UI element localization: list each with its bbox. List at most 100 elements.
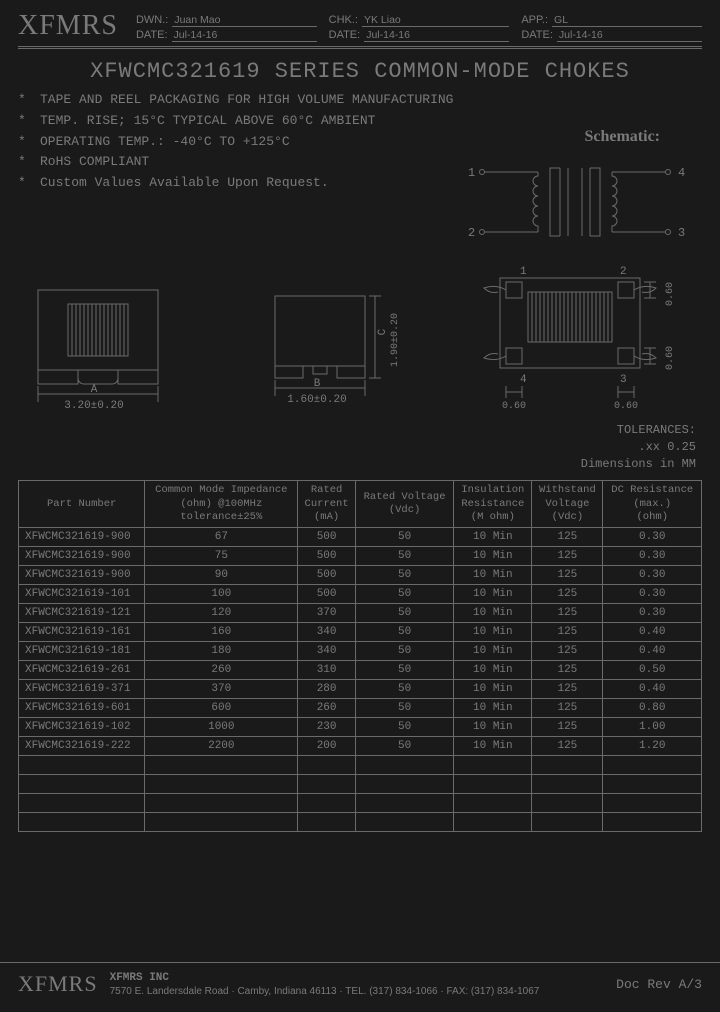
svg-text:0.60: 0.60 (502, 401, 526, 412)
footer-address: 7570 E. Landersdale Road · Camby, Indian… (110, 985, 617, 998)
drawings: A 3.20±0.20 B 1.60±0.20 (18, 262, 702, 416)
table-row: XFWCMC321619-1811803405010 Min1250.40 (19, 641, 702, 660)
table-cell (454, 793, 532, 812)
table-cell: 370 (145, 679, 298, 698)
hf-value: YK Liao (362, 14, 509, 27)
footer-body: XFMRS INC 7570 E. Landersdale Road · Cam… (110, 971, 617, 998)
hf-label: DATE: (329, 29, 361, 41)
table-cell: 75 (145, 546, 298, 565)
table-cell: XFWCMC321619-181 (19, 641, 145, 660)
table-cell (454, 755, 532, 774)
table-cell: 0.40 (603, 641, 702, 660)
table-cell: XFWCMC321619-900 (19, 546, 145, 565)
spec-th: Common Mode Impedance(ohm) @100MHztolera… (145, 481, 298, 527)
table-cell: 230 (298, 717, 356, 736)
table-row: XFWCMC321619-10210002305010 Min1251.00 (19, 717, 702, 736)
table-cell: XFWCMC321619-900 (19, 565, 145, 584)
table-cell (145, 774, 298, 793)
table-row: XFWCMC321619-2612603105010 Min1250.50 (19, 660, 702, 679)
table-cell: 125 (532, 603, 603, 622)
table-cell: 50 (355, 679, 453, 698)
table-cell: 160 (145, 622, 298, 641)
hf-value: Jul-14-16 (557, 29, 702, 42)
table-cell: 125 (532, 736, 603, 755)
table-row: XFWCMC321619-900755005010 Min1250.30 (19, 546, 702, 565)
table-cell (355, 812, 453, 831)
schematic-diagram: 1 2 4 3 (460, 160, 690, 250)
table-cell (532, 774, 603, 793)
table-cell: 500 (298, 565, 356, 584)
table-cell (19, 774, 145, 793)
svg-text:2: 2 (620, 266, 627, 278)
table-cell: 0.50 (603, 660, 702, 679)
spec-th: RatedCurrent(mA) (298, 481, 356, 527)
table-cell: XFWCMC321619-101 (19, 584, 145, 603)
hf-date1: DATE:Jul-14-16 (136, 29, 317, 42)
table-cell: 0.40 (603, 679, 702, 698)
hf-app: APP.:GL (521, 14, 702, 27)
table-cell: 125 (532, 660, 603, 679)
tol-line2: Dimensions in MM (18, 456, 696, 473)
table-cell: 600 (145, 698, 298, 717)
table-cell (19, 755, 145, 774)
table-cell: 67 (145, 527, 298, 546)
table-cell: 90 (145, 565, 298, 584)
table-cell: 50 (355, 717, 453, 736)
drawing-front-view: B 1.60±0.20 C 1.90±0.20 (245, 282, 405, 416)
svg-text:0.60: 0.60 (614, 401, 638, 412)
spec-thead: Part NumberCommon Mode Impedance(ohm) @1… (19, 481, 702, 527)
hf-label: APP.: (521, 14, 548, 26)
table-cell: 50 (355, 546, 453, 565)
table-cell (145, 755, 298, 774)
bullet: *TAPE AND REEL PACKAGING FOR HIGH VOLUME… (18, 90, 702, 111)
tol-title: TOLERANCES: (18, 422, 696, 439)
hf-label: DATE: (521, 29, 553, 41)
table-cell (454, 774, 532, 793)
svg-text:4: 4 (520, 374, 527, 386)
table-row-empty (19, 812, 702, 831)
svg-text:A: A (91, 384, 98, 396)
bullet-star: * (18, 173, 40, 194)
table-cell: XFWCMC321619-222 (19, 736, 145, 755)
table-cell (145, 812, 298, 831)
table-cell (532, 755, 603, 774)
bullet-text: TAPE AND REEL PACKAGING FOR HIGH VOLUME … (40, 90, 453, 111)
table-cell: 0.40 (603, 622, 702, 641)
spec-th: InsulationResistance(M ohm) (454, 481, 532, 527)
header: XFMRS DWN.:Juan Mao CHK.:YK Liao APP.:GL… (18, 10, 702, 49)
table-cell: XFWCMC321619-161 (19, 622, 145, 641)
table-row-empty (19, 755, 702, 774)
svg-text:B: B (314, 378, 321, 390)
svg-text:3: 3 (620, 374, 627, 386)
table-cell: 10 Min (454, 527, 532, 546)
table-cell: XFWCMC321619-121 (19, 603, 145, 622)
drawing-pad-layout: 1 2 3 4 (472, 262, 702, 416)
table-cell (19, 812, 145, 831)
table-row: XFWCMC321619-1611603405010 Min1250.40 (19, 622, 702, 641)
table-cell (603, 812, 702, 831)
tolerances: TOLERANCES: .xx 0.25 Dimensions in MM (18, 422, 702, 472)
header-fields: DWN.:Juan Mao CHK.:YK Liao APP.:GL DATE:… (136, 14, 702, 42)
table-cell: 50 (355, 565, 453, 584)
table-row-empty (19, 793, 702, 812)
table-cell: 10 Min (454, 565, 532, 584)
bullet-star: * (18, 132, 40, 153)
table-row: XFWCMC321619-6016002605010 Min1250.80 (19, 698, 702, 717)
footer-logo: XFMRS (18, 971, 98, 997)
table-cell: 50 (355, 736, 453, 755)
table-cell (298, 793, 356, 812)
table-row-empty (19, 774, 702, 793)
drawing-top-view: A 3.20±0.20 (18, 282, 178, 416)
table-cell: 10 Min (454, 679, 532, 698)
table-cell: 500 (298, 527, 356, 546)
table-cell: XFWCMC321619-900 (19, 527, 145, 546)
svg-text:1: 1 (468, 166, 475, 180)
table-cell: 50 (355, 603, 453, 622)
table-cell: 340 (298, 622, 356, 641)
hf-dwn: DWN.:Juan Mao (136, 14, 317, 27)
table-cell (532, 812, 603, 831)
table-cell: 0.30 (603, 527, 702, 546)
table-cell: 125 (532, 527, 603, 546)
svg-text:1.90±0.20: 1.90±0.20 (390, 313, 401, 367)
table-cell: 125 (532, 698, 603, 717)
